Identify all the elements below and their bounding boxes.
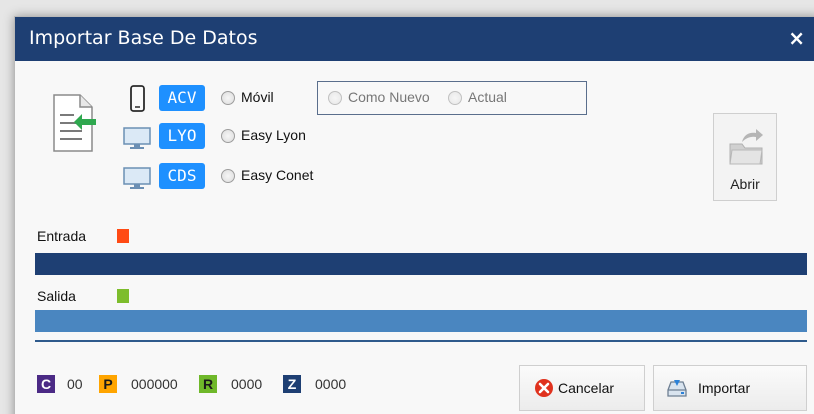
counter-p-tag: P: [99, 375, 117, 393]
radio-label: Actual: [468, 89, 507, 105]
entrada-label: Entrada: [37, 228, 87, 244]
entrada-status-marker: [117, 229, 129, 243]
import-dialog: Importar Base De Datos × ACV Móvil LYO E…: [14, 16, 814, 414]
source-code-badge: LYO: [159, 123, 205, 149]
phone-icon: [130, 85, 145, 112]
counter-c-tag: C: [37, 375, 55, 393]
radio-como-nuevo[interactable]: [328, 91, 342, 105]
import-document-icon: [53, 94, 96, 152]
title-bar: Importar Base De Datos ×: [15, 17, 814, 61]
salida-progress-bar: [35, 310, 807, 332]
radio-actual[interactable]: [448, 91, 462, 105]
cancel-button-label: Cancelar: [558, 380, 615, 396]
counter-p-value: 000000: [131, 376, 178, 392]
open-button-label: Abrir: [730, 176, 760, 192]
counter-r-value: 0000: [231, 376, 263, 392]
open-button[interactable]: Abrir: [713, 113, 777, 201]
dialog-title: Importar Base De Datos: [29, 27, 258, 49]
radio-label: Easy Conet: [241, 167, 314, 183]
divider: [35, 340, 807, 342]
radio-label: Como Nuevo: [348, 89, 430, 105]
mode-group: Como Nuevo Actual: [317, 81, 587, 115]
salida-progress-fill: [35, 310, 807, 332]
source-code-badge: ACV: [159, 85, 205, 111]
radio-movil[interactable]: [221, 91, 235, 105]
counter-r-tag: R: [199, 375, 217, 393]
import-drive-icon: [667, 380, 687, 397]
radio-easy-conet[interactable]: [221, 169, 235, 183]
import-button[interactable]: Importar: [653, 365, 807, 411]
source-code-badge: CDS: [159, 163, 205, 189]
cancel-button[interactable]: Cancelar: [519, 365, 645, 411]
radio-easy-lyon[interactable]: [221, 129, 235, 143]
radio-label: Easy Lyon: [241, 127, 306, 143]
cancel-icon: [535, 379, 553, 397]
salida-status-marker: [117, 289, 129, 303]
close-button[interactable]: ×: [788, 26, 805, 50]
counter-z-value: 0000: [315, 376, 347, 392]
monitor-icon: [123, 127, 151, 149]
import-button-label: Importar: [698, 380, 751, 396]
counter-z-tag: Z: [283, 375, 301, 393]
folder-open-icon: [729, 129, 763, 165]
monitor-icon: [123, 167, 151, 189]
salida-label: Salida: [37, 288, 76, 304]
counter-c-value: 00: [67, 376, 83, 392]
radio-label: Móvil: [241, 89, 274, 105]
entrada-progress-fill: [35, 253, 807, 275]
entrada-progress-bar: [35, 253, 807, 275]
